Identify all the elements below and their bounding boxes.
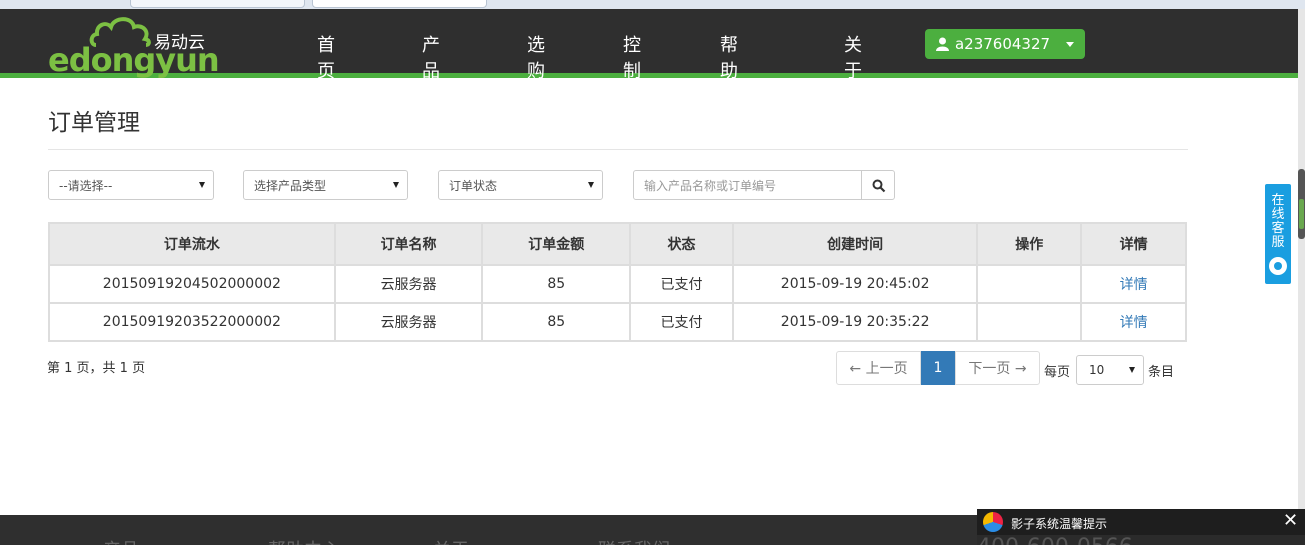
cell-order-name: 云服务器: [333, 302, 484, 342]
filter-select-product-type-value: 选择产品类型: [254, 178, 327, 193]
scrollbar-indicator: [1299, 199, 1304, 229]
search-placeholder: 输入产品名称或订单编号: [644, 178, 777, 193]
pagination: ← 上一页 1 下一页 →: [836, 351, 1040, 385]
cell-details: 详情: [1080, 264, 1187, 304]
per-page-label: 每页: [1044, 365, 1071, 380]
search-icon: [872, 179, 886, 193]
caret-down-icon: [393, 182, 399, 188]
user-menu-button[interactable]: a237604327: [925, 29, 1085, 59]
column-header-details: 详情: [1080, 222, 1187, 266]
current-page-button[interactable]: 1: [921, 351, 955, 385]
browser-tab-strip: [0, 0, 1305, 9]
site-logo[interactable]: edongyun 易动云: [48, 15, 220, 79]
page-info: 第 1 页，共 1 页: [47, 361, 146, 376]
cell-actions: [976, 264, 1083, 304]
brand-name-cn: 易动云: [154, 33, 205, 53]
cell-order-amount: 85: [481, 302, 632, 342]
nav-item-about[interactable]: 关于: [844, 31, 862, 83]
username-label: a237604327: [954, 35, 1051, 53]
column-header-actions: 操作: [976, 222, 1083, 266]
cell-details: 详情: [1080, 302, 1187, 342]
column-header-order-name: 订单名称: [333, 222, 484, 266]
headset-icon: [1269, 257, 1287, 275]
page-scrollbar[interactable]: [1298, 9, 1305, 545]
column-header-status: 状态: [629, 222, 734, 266]
site-header: edongyun 易动云 首页 产品 选购 控制台 帮助中心 关于 a23760…: [0, 9, 1298, 134]
page-title: 订单管理: [48, 110, 140, 136]
column-header-order-serial: 订单流水: [48, 222, 336, 266]
search-button[interactable]: [861, 170, 895, 200]
orders-table: 订单流水 订单名称 订单金额 状态 创建时间 操作 详情 20150919204…: [48, 222, 1187, 342]
notification-popup: 影子系统温馨提示 ✕ 400-600-0566: [977, 509, 1305, 545]
search-input[interactable]: 输入产品名称或订单编号: [633, 170, 862, 200]
prev-page-button[interactable]: ← 上一页: [836, 351, 921, 385]
chevron-down-icon: [1066, 41, 1075, 47]
cell-status: 已支付: [629, 264, 734, 304]
cell-actions: [976, 302, 1083, 342]
nav-item-console[interactable]: 控制台: [623, 31, 641, 109]
filter-select-general-value: --请选择--: [59, 178, 113, 193]
caret-down-icon: [588, 182, 594, 188]
footer-item-about[interactable]: 关于: [433, 536, 469, 545]
table-row: 20150919204502000002 云服务器 85 已支付 2015-09…: [48, 264, 1187, 304]
online-service-button[interactable]: 在线客服: [1265, 184, 1291, 284]
cell-order-serial: 20150919204502000002: [48, 264, 336, 304]
popup-phone: 400-600-0566: [977, 535, 1133, 545]
nav-item-purchase[interactable]: 选购: [527, 31, 545, 83]
filter-select-product-type[interactable]: 选择产品类型: [243, 170, 408, 200]
table-header-row: 订单流水 订单名称 订单金额 状态 创建时间 操作 详情: [48, 222, 1187, 266]
per-page-select[interactable]: 10: [1076, 355, 1144, 385]
popup-title: 影子系统温馨提示: [1011, 517, 1108, 531]
caret-down-icon: [199, 182, 205, 188]
filter-select-general[interactable]: --请选择--: [48, 170, 214, 200]
table-row: 20150919203522000002 云服务器 85 已支付 2015-09…: [48, 302, 1187, 342]
user-icon: [935, 37, 949, 51]
footer-item-help[interactable]: 帮助中心: [268, 536, 340, 545]
details-link[interactable]: 详情: [1120, 277, 1148, 293]
filter-select-order-status-value: 订单状态: [449, 178, 498, 193]
cell-order-amount: 85: [481, 264, 632, 304]
browser-tab[interactable]: [130, 0, 305, 8]
cell-order-name: 云服务器: [333, 264, 484, 304]
column-header-order-amount: 订单金额: [481, 222, 632, 266]
nav-item-home[interactable]: 首页: [317, 31, 335, 83]
nav-item-help-center[interactable]: 帮助中心: [720, 31, 738, 135]
caret-down-icon: [1129, 367, 1135, 373]
cell-status: 已支付: [629, 302, 734, 342]
per-page-value: 10: [1089, 363, 1105, 377]
close-icon[interactable]: ✕: [1283, 510, 1298, 531]
footer-item-products[interactable]: 产品: [103, 536, 139, 545]
cell-created-time: 2015-09-19 20:45:02: [731, 264, 979, 304]
footer-item-contact[interactable]: 联系我们: [598, 536, 670, 545]
online-service-label: 在线客服: [1271, 193, 1285, 250]
nav-item-products[interactable]: 产品: [422, 31, 440, 83]
browser-tab-active[interactable]: [312, 0, 487, 8]
filter-select-order-status[interactable]: 订单状态: [438, 170, 603, 200]
cell-created-time: 2015-09-19 20:35:22: [731, 302, 979, 342]
title-divider: [48, 149, 1188, 150]
items-label: 条目: [1148, 365, 1175, 380]
column-header-created-time: 创建时间: [731, 222, 979, 266]
details-link[interactable]: 详情: [1120, 315, 1148, 331]
cell-order-serial: 20150919203522000002: [48, 302, 336, 342]
next-page-button[interactable]: 下一页 →: [955, 351, 1040, 385]
app-logo-icon: [983, 512, 1003, 532]
